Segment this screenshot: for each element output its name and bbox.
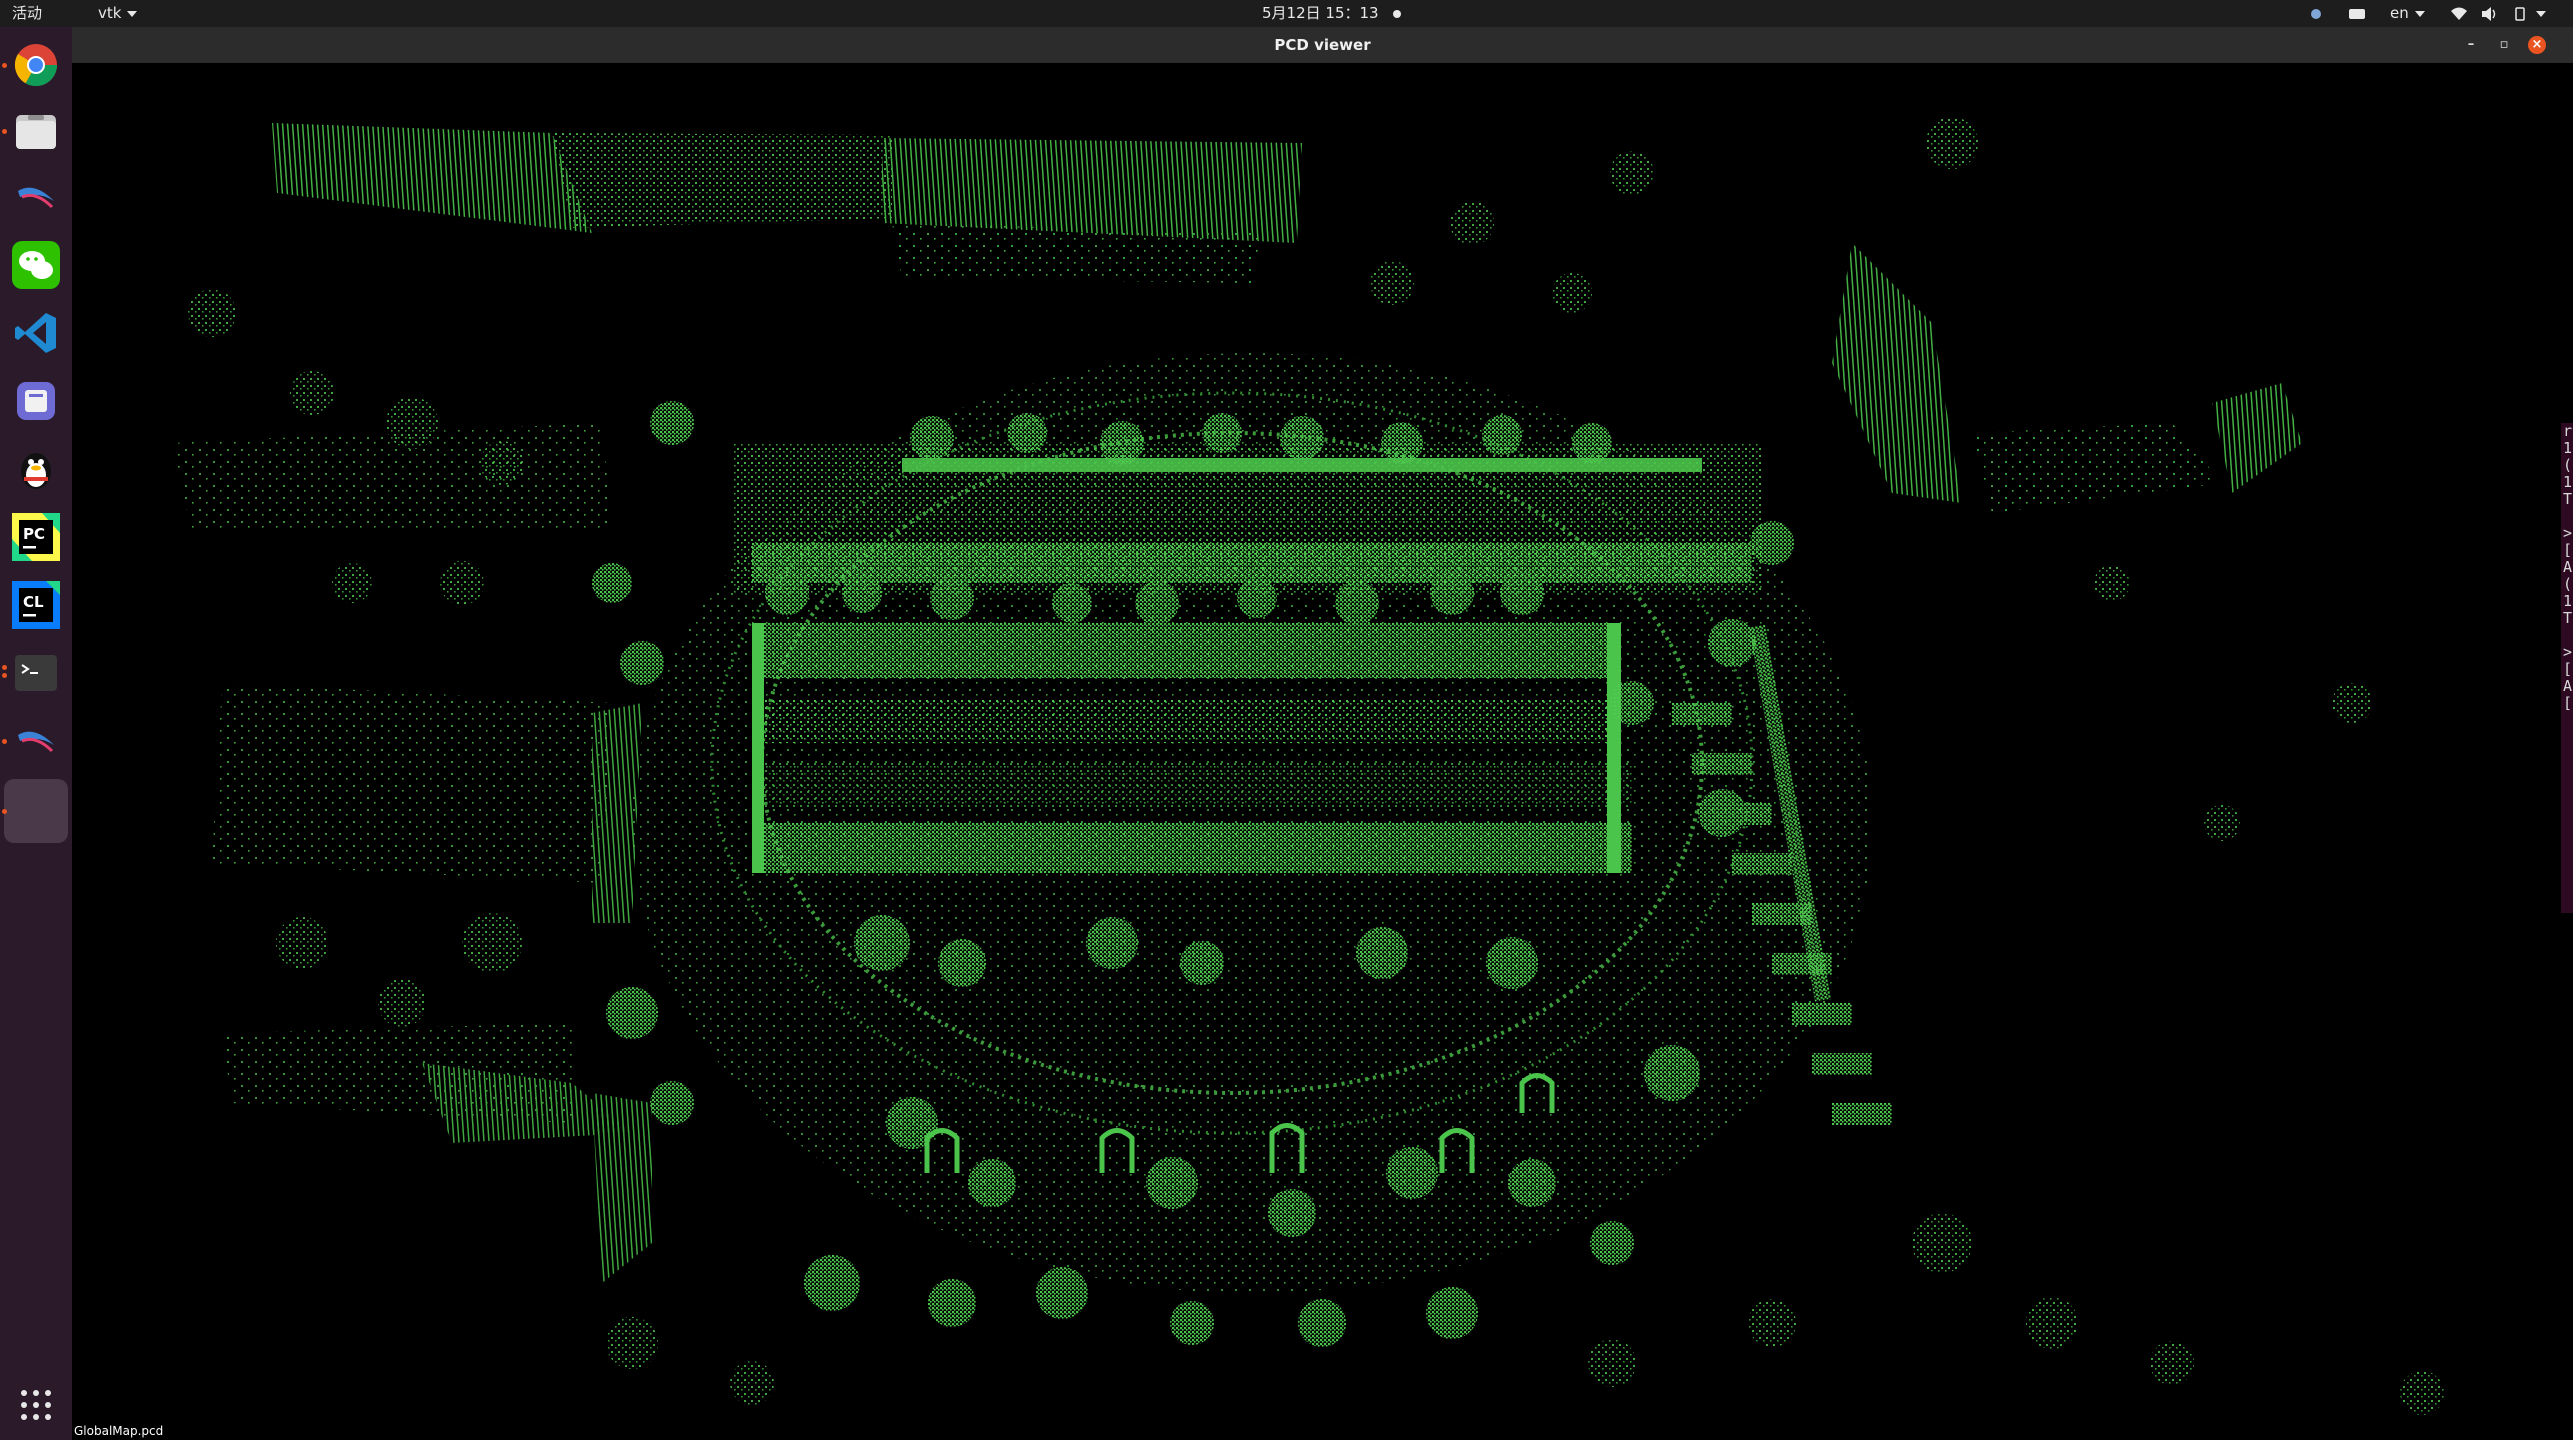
running-indicator <box>2 673 7 678</box>
dock: PC CL <box>0 27 72 1440</box>
running-indicator <box>2 129 7 134</box>
language-label: en <box>2390 4 2409 22</box>
kali-dragon-icon-2[interactable] <box>8 713 64 769</box>
app-icon[interactable] <box>8 373 64 429</box>
clion-icon[interactable]: CL <box>8 577 64 633</box>
chrome-icon[interactable] <box>8 37 64 93</box>
pcd-viewer-icon[interactable] <box>4 779 68 843</box>
chevron-down-icon <box>2414 10 2425 17</box>
building-left <box>172 423 652 1283</box>
svg-text:CL: CL <box>23 593 44 611</box>
window-titlebar[interactable]: PCD viewer – ▫ × <box>72 27 2573 63</box>
chevron-down-icon <box>127 10 138 17</box>
pcd-viewer-window: PCD viewer – ▫ × GlobalMap.pcd r 1 (1 T… <box>72 27 2573 1440</box>
app-menu[interactable]: vtk <box>98 0 138 27</box>
system-menu[interactable] <box>2512 0 2546 27</box>
chevron-down-icon <box>2536 10 2546 17</box>
top-bar: 活动 vtk 5月12日 15：13 en <box>0 0 2573 27</box>
building-right <box>1832 243 2302 513</box>
running-indicator <box>2 739 7 744</box>
close-button[interactable]: × <box>2528 36 2546 54</box>
language-menu[interactable]: en <box>2390 0 2425 27</box>
point-cloud-canvas <box>172 117 2444 1415</box>
terminal-icon[interactable] <box>8 645 64 701</box>
tray-icon[interactable] <box>2308 0 2324 27</box>
running-indicator <box>2 809 7 814</box>
terminal-window-edge[interactable]: r 1 ( 1 T > [ A ( 1 T > [ A [ <box>2561 423 2573 913</box>
loaded-file-label: GlobalMap.pcd <box>74 1424 164 1438</box>
activities-button[interactable]: 活动 <box>12 0 42 27</box>
pycharm-icon[interactable]: PC <box>8 509 64 565</box>
wifi-icon[interactable] <box>2450 0 2468 27</box>
restore-button[interactable]: ▫ <box>2495 36 2513 54</box>
app-menu-label: vtk <box>98 4 122 22</box>
qq-penguin-icon[interactable] <box>8 441 64 497</box>
power-icon <box>2515 6 2525 21</box>
files-icon[interactable] <box>8 103 64 159</box>
running-indicator <box>2 665 7 670</box>
running-indicator <box>2 63 7 68</box>
svg-text:PC: PC <box>23 525 45 543</box>
minimize-button[interactable]: – <box>2462 36 2480 54</box>
volume-icon[interactable] <box>2480 0 2498 27</box>
kali-dragon-icon[interactable] <box>8 169 64 225</box>
clock[interactable]: 5月12日 15：13 <box>1262 0 1401 27</box>
window-title: PCD viewer <box>1274 36 1371 54</box>
keyboard-icon[interactable] <box>2348 0 2366 27</box>
clock-label: 5月12日 15：13 <box>1262 4 1379 22</box>
building-top <box>272 123 1302 283</box>
wechat-icon[interactable] <box>8 237 64 293</box>
notification-dot-icon <box>1392 9 1401 18</box>
point-cloud-viewport[interactable]: GlobalMap.pcd r 1 ( 1 T > [ A ( 1 T > [ … <box>72 63 2573 1440</box>
vscode-icon[interactable] <box>8 305 64 361</box>
show-applications-icon[interactable] <box>8 1377 64 1433</box>
